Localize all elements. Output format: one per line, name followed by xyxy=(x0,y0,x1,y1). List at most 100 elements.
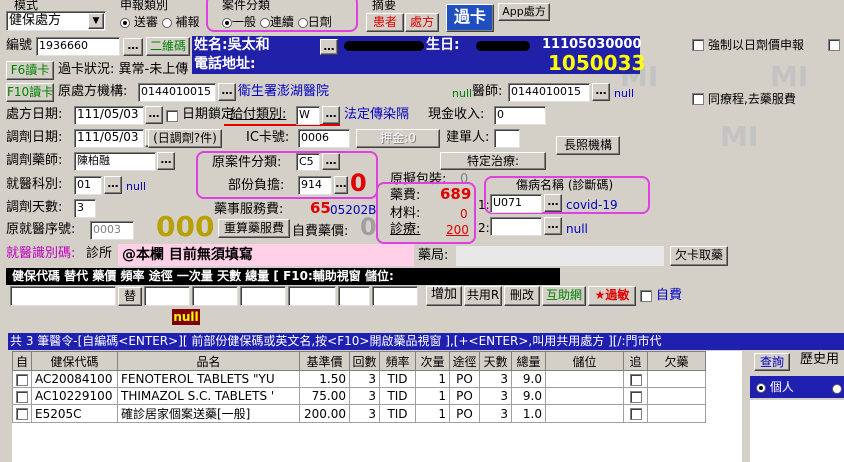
table-cell[interactable]: 3 xyxy=(479,370,512,388)
mutual-network-button[interactable]: 互助網 xyxy=(542,286,586,306)
owe-card-button[interactable]: 欠卡取藥 xyxy=(670,246,728,266)
column-header[interactable]: 途徑 xyxy=(449,351,480,371)
pharmacy-field[interactable] xyxy=(456,246,664,266)
table-cell[interactable]: TID xyxy=(379,404,416,423)
table-cell[interactable] xyxy=(545,387,624,405)
table-cell[interactable]: 3 xyxy=(349,387,380,405)
order-dose-input[interactable] xyxy=(288,286,336,306)
adj-days-input[interactable]: 3 xyxy=(74,199,96,218)
pharmacist-input[interactable]: 陳柏融 xyxy=(74,152,156,171)
row-checkbox[interactable] xyxy=(16,373,28,386)
table-cell[interactable]: 1 xyxy=(415,387,450,405)
table-cell[interactable]: TID xyxy=(379,370,416,388)
order-freq-input[interactable] xyxy=(192,286,238,306)
row-checkbox[interactable] xyxy=(16,408,28,420)
table-cell[interactable]: 3 xyxy=(349,404,380,423)
orig-case-input[interactable]: C5 xyxy=(296,153,320,171)
table-cell[interactable] xyxy=(12,387,32,405)
doctor-lookup-button[interactable]: … xyxy=(592,83,610,101)
table-cell[interactable] xyxy=(12,404,32,423)
apply-radio-2[interactable] xyxy=(161,17,172,28)
column-header[interactable]: 基準價 xyxy=(299,351,350,371)
copay-lookup-button[interactable]: … xyxy=(334,176,348,194)
table-cell[interactable]: TID xyxy=(379,387,416,405)
table-cell[interactable]: 1.0 xyxy=(511,404,546,423)
orig-case-lookup-button[interactable]: … xyxy=(322,153,340,170)
id-input[interactable]: 1936660 xyxy=(36,37,120,56)
table-cell[interactable] xyxy=(647,387,706,405)
table-cell[interactable] xyxy=(647,404,706,423)
share-rx-button[interactable]: 共用R xyxy=(464,286,502,306)
table-cell[interactable]: FENOTEROL TABLETS "YU xyxy=(117,370,300,388)
f6-read-card-button[interactable]: F6讀卡 xyxy=(6,61,54,80)
allergy-button[interactable]: ★過敏 xyxy=(588,286,636,306)
table-cell[interactable]: 1 xyxy=(415,404,450,423)
card-button[interactable]: 過卡 xyxy=(446,4,494,32)
table-cell[interactable]: 3 xyxy=(479,387,512,405)
mode-select[interactable]: 健保處方 ▼ xyxy=(6,11,106,31)
case-radio-2[interactable] xyxy=(259,17,270,28)
diagnosis-row2-lookup[interactable]: … xyxy=(544,217,562,235)
order-price-input[interactable] xyxy=(144,286,190,306)
table-cell[interactable]: THIMAZOL S.C. TABLETS ' xyxy=(117,387,300,405)
column-header[interactable]: 頻率 xyxy=(379,351,416,371)
pay-type-lookup-button[interactable]: … xyxy=(322,106,340,124)
table-cell[interactable]: 75.00 xyxy=(299,387,350,405)
order-total-input[interactable] xyxy=(372,286,418,306)
id-lookup-button[interactable]: … xyxy=(123,38,143,56)
org-input[interactable]: 0144010015 xyxy=(138,83,216,102)
diagnosis-row1-code[interactable]: U071 xyxy=(490,194,542,213)
table-cell[interactable] xyxy=(647,370,706,388)
case-radio-3[interactable] xyxy=(297,17,308,28)
diagnosis-row1-lookup[interactable]: … xyxy=(544,194,562,212)
qr-code-button[interactable]: 二維碼 xyxy=(146,37,190,56)
dept-lookup-button[interactable]: … xyxy=(104,176,122,194)
extra-checkbox[interactable] xyxy=(828,39,840,51)
long-term-care-button[interactable]: 長照機構 xyxy=(556,136,620,155)
table-cell[interactable]: PO xyxy=(449,404,480,423)
chevron-down-icon[interactable]: ▼ xyxy=(88,13,104,29)
add-order-button[interactable]: 增加 xyxy=(426,286,462,306)
recalc-fee-button[interactable]: 重算藥服費 xyxy=(218,219,290,238)
row-checkbox[interactable] xyxy=(629,373,642,386)
prescription-button[interactable]: 處方 xyxy=(405,13,439,32)
table-cell[interactable]: 9.0 xyxy=(511,370,546,388)
table-cell[interactable]: 3 xyxy=(479,404,512,423)
table-row[interactable]: AC10229100 THIMAZOL S.C. TABLETS ' 75.00 3 T… xyxy=(12,387,706,405)
patient-button[interactable]: 患者 xyxy=(366,13,404,32)
f10-read-card-button[interactable]: F10讀卡 xyxy=(6,83,54,102)
table-cell[interactable] xyxy=(545,370,624,388)
table-cell[interactable]: 3 xyxy=(349,370,380,388)
column-header[interactable]: 儲位 xyxy=(545,351,624,371)
column-header[interactable]: 欠藥 xyxy=(647,351,706,371)
orig-seq-input[interactable]: 0003 xyxy=(90,221,134,240)
pharmacist-lookup-button[interactable]: … xyxy=(157,152,175,170)
force-daily-checkbox[interactable] xyxy=(692,39,704,51)
column-header[interactable]: 品名 xyxy=(117,351,300,371)
table-cell[interactable]: 9.0 xyxy=(511,387,546,405)
builder-input[interactable] xyxy=(494,129,520,148)
history-list[interactable] xyxy=(750,400,844,462)
column-header[interactable]: 健保代碼 xyxy=(31,351,118,371)
same-course-checkbox[interactable] xyxy=(692,93,704,105)
table-cell[interactable] xyxy=(623,404,648,423)
column-header[interactable]: 追 xyxy=(623,351,648,371)
table-row[interactable]: E5205C 確診居家個案送藥[一般] 200.00 3 TID 1 PO 3 1.0 xyxy=(12,404,706,423)
row-checkbox[interactable] xyxy=(16,390,28,403)
name-lookup-button[interactable]: … xyxy=(320,39,338,55)
column-header[interactable]: 自 xyxy=(12,351,32,371)
diagnosis-row2-code[interactable] xyxy=(490,217,542,236)
table-cell[interactable] xyxy=(623,387,648,405)
order-days-input[interactable] xyxy=(338,286,370,306)
self-pay-checkbox[interactable] xyxy=(640,290,652,302)
table-cell[interactable]: 確診居家個案送藥[一般] xyxy=(117,404,300,423)
table-cell[interactable]: 1.50 xyxy=(299,370,350,388)
other-radio[interactable] xyxy=(832,383,842,394)
table-cell[interactable]: AC10229100 xyxy=(31,387,118,405)
row-checkbox[interactable] xyxy=(629,390,642,403)
substitute-button[interactable]: 替 xyxy=(118,287,142,306)
column-header[interactable]: 總量 xyxy=(511,351,546,371)
deposit-button[interactable]: 押金:0 xyxy=(356,129,440,148)
order-route-input[interactable] xyxy=(240,286,286,306)
table-cell[interactable]: AC20084100 xyxy=(31,370,118,388)
